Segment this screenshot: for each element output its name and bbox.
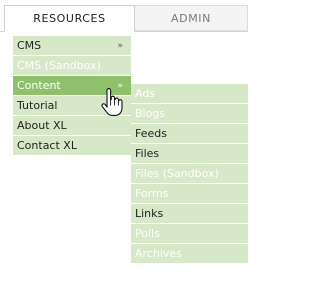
- submenu-item-label: Files: [135, 147, 160, 160]
- submenu-item-archives: Archives: [131, 244, 248, 264]
- submenu-item-files-sandbox: Files (Sandbox): [131, 164, 248, 184]
- submenu-item-links[interactable]: Links: [131, 204, 248, 224]
- main-nav-tabs: RESOURCES ADMIN: [0, 0, 248, 32]
- menu-item-cms-sandbox: CMS (Sandbox): [13, 56, 131, 76]
- submenu-item-label: Feeds: [135, 127, 167, 140]
- submenu-item-files[interactable]: Files: [131, 144, 248, 164]
- content-submenu: Ads Blogs Feeds Files Files (Sandbox) Fo…: [131, 84, 248, 264]
- menu-item-contact-xl[interactable]: Contact XL: [13, 136, 131, 156]
- menu-item-label: Content: [17, 79, 61, 92]
- menu-item-label: Contact XL: [17, 139, 77, 152]
- submenu-item-label: Polls: [135, 227, 160, 240]
- menu-item-label: Tutorial: [17, 99, 58, 112]
- hand-pointer-icon: [101, 88, 123, 116]
- submenu-item-polls: Polls: [131, 224, 248, 244]
- submenu-item-label: Forms: [135, 187, 169, 200]
- menu-item-label: About XL: [17, 119, 67, 132]
- submenu-item-label: Links: [135, 207, 164, 220]
- submenu-chevron-icon: »: [117, 41, 123, 51]
- tab-admin[interactable]: ADMIN: [135, 5, 248, 31]
- submenu-item-label: Files (Sandbox): [135, 167, 219, 180]
- submenu-item-blogs: Blogs: [131, 104, 248, 124]
- menu-item-about-xl[interactable]: About XL: [13, 116, 131, 136]
- submenu-item-label: Ads: [135, 87, 156, 100]
- menu-item-label: CMS: [17, 39, 42, 52]
- submenu-item-ads: Ads: [131, 84, 248, 104]
- submenu-item-forms: Forms: [131, 184, 248, 204]
- submenu-item-label: Blogs: [135, 107, 166, 120]
- menu-item-cms[interactable]: CMS »: [13, 36, 131, 56]
- menu-item-label: CMS (Sandbox): [17, 59, 101, 72]
- tab-resources[interactable]: RESOURCES: [4, 5, 135, 32]
- submenu-item-feeds[interactable]: Feeds: [131, 124, 248, 144]
- submenu-item-label: Archives: [135, 247, 182, 260]
